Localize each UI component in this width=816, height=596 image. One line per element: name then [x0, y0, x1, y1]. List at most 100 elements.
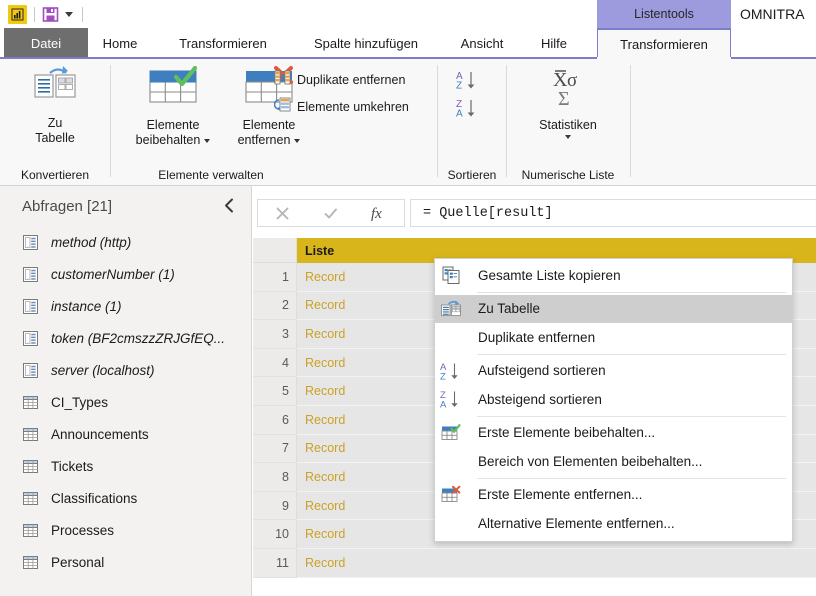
svg-text:A: A	[440, 400, 447, 410]
query-item-instance-1[interactable]: instance (1)	[0, 290, 252, 322]
queries-pane: Abfragen [21] method (http) customerNumb…	[0, 186, 252, 596]
query-item-classifications[interactable]: Classifications	[0, 482, 252, 514]
menu-item-erste-elemente-entfernen[interactable]: Erste Elemente entfernen...	[435, 481, 792, 510]
query-item-label: instance (1)	[51, 298, 122, 314]
elemente-beibehalten-button[interactable]: Elemente beibehalten	[123, 65, 223, 148]
menu-item-absteigend-sortieren[interactable]: Z A Absteigend sortieren	[435, 385, 792, 414]
zu-tabelle-button[interactable]: Zu Tabelle	[20, 65, 90, 146]
query-item-method-http[interactable]: method (http)	[0, 226, 252, 258]
tab-datei[interactable]: Datei	[4, 28, 88, 59]
tab-home[interactable]: Home	[88, 28, 152, 59]
menu-item-gesamte-liste-kopieren[interactable]: Gesamte Liste kopieren	[435, 261, 792, 290]
save-dropdown-chevron-down-icon[interactable]	[65, 11, 73, 17]
menu-separator	[477, 477, 786, 479]
row-number[interactable]: 10	[253, 520, 297, 549]
ribbon-group-sortieren-label: Sortieren	[447, 168, 497, 182]
absteigend-sortieren-button[interactable]: Z A	[455, 97, 479, 119]
menu-separator	[477, 415, 786, 417]
row-value-record-link[interactable]: Record	[297, 548, 816, 578]
row-number[interactable]: 7	[253, 434, 297, 464]
menu-item-label: Alternative Elemente entfernen...	[478, 515, 675, 531]
qat-divider-2	[82, 6, 83, 22]
tab-hilfe[interactable]: Hilfe	[525, 28, 583, 59]
ribbon-group-numerische-liste-label: Numerische Liste	[521, 168, 615, 182]
tab-spalte-hinzufuegen[interactable]: Spalte hinzufügen	[295, 28, 437, 59]
formula-input[interactable]: = Quelle[result]	[410, 199, 816, 227]
query-item-personal[interactable]: Personal	[0, 546, 252, 578]
svg-text:Z: Z	[440, 371, 446, 381]
close-icon[interactable]	[258, 200, 307, 226]
menu-item-aufsteigend-sortieren[interactable]: A Z Aufsteigend sortieren	[435, 357, 792, 386]
table-icon	[22, 458, 39, 475]
copy-icon	[435, 261, 467, 290]
query-item-ci-types[interactable]: CI_Types	[0, 386, 252, 418]
statistiken-chevron-down-icon[interactable]	[565, 135, 571, 139]
chevron-left-icon[interactable]	[220, 196, 238, 214]
ribbon-group-konvertieren: Zu Tabelle Konvertieren	[0, 59, 110, 185]
row-number[interactable]: 4	[253, 348, 297, 378]
elemente-umkehren-button[interactable]: Elemente umkehren	[273, 96, 409, 118]
fx-icon[interactable]: fx	[355, 200, 404, 226]
aufsteigend-sortieren-button[interactable]: A Z	[455, 69, 479, 91]
menu-item-bereich-von-elementen-beibehalten[interactable]: Bereich von Elementen beibehalten...	[435, 447, 792, 476]
grid-corner-cell[interactable]	[253, 238, 297, 263]
menu-item-zu-tabelle[interactable]: Zu Tabelle	[435, 294, 792, 323]
statistiken-button[interactable]: X σ Σ Statistiken	[533, 65, 603, 139]
query-item-label: Processes	[51, 522, 115, 538]
table-row[interactable]: 11 Record	[253, 548, 816, 578]
query-item-label: customerNumber (1)	[51, 266, 175, 282]
row-number[interactable]: 6	[253, 405, 297, 435]
row-number[interactable]: 5	[253, 377, 297, 406]
row-number[interactable]: 8	[253, 463, 297, 492]
query-item-server-localhost[interactable]: server (localhost)	[0, 354, 252, 386]
document-title: OMNITRA	[740, 6, 805, 22]
query-item-label: server (localhost)	[51, 362, 155, 378]
menu-item-label: Absteigend sortieren	[478, 391, 602, 407]
tab-transformieren[interactable]: Transformieren	[158, 28, 288, 59]
row-number[interactable]: 2	[253, 291, 297, 321]
menu-item-erste-elemente-beibehalten[interactable]: Erste Elemente beibehalten...	[435, 419, 792, 448]
save-icon[interactable]	[42, 6, 59, 23]
queries-pane-title: Abfragen [21]	[22, 197, 113, 215]
power-query-editor-window: Listentools OMNITRA Datei Home Transform…	[0, 0, 816, 596]
remove-items-chevron-down-icon[interactable]	[294, 138, 301, 143]
duplikate-entfernen-button[interactable]: Duplikate entfernen	[274, 69, 405, 91]
parameter-icon	[22, 362, 39, 379]
query-item-label: token (BF2cmszzZRJGfEQ...	[51, 330, 226, 346]
query-item-token-bf2cmszzzrjgfeq[interactable]: token (BF2cmszzZRJGfEQ...	[0, 322, 252, 354]
sort-descending-icon: Z A	[455, 97, 479, 119]
sort-descending-icon: Z A	[435, 385, 467, 414]
keep-items-icon	[142, 65, 204, 114]
query-item-announcements[interactable]: Announcements	[0, 418, 252, 450]
menu-item-label: Aufsteigend sortieren	[478, 363, 606, 379]
menu-item-label: Bereich von Elementen beibehalten...	[478, 453, 703, 469]
menu-item-label: Erste Elemente entfernen...	[478, 487, 643, 503]
table-icon	[22, 554, 39, 571]
menu-item-alternative-elemente-entfernen[interactable]: Alternative Elemente entfernen...	[435, 509, 792, 538]
query-item-label: Tickets	[51, 458, 94, 474]
contextual-tab-group-label: Listentools	[634, 7, 694, 21]
row-number[interactable]: 1	[253, 263, 297, 292]
sort-ascending-icon: A Z	[435, 357, 467, 386]
contextual-tab-group-listentools: Listentools	[597, 0, 731, 28]
row-number[interactable]: 9	[253, 491, 297, 521]
tab-ansicht[interactable]: Ansicht	[443, 28, 521, 59]
query-item-customernumber-1[interactable]: customerNumber (1)	[0, 258, 252, 290]
table-icon	[22, 394, 39, 411]
query-item-label: Classifications	[51, 490, 138, 506]
elemente-umkehren-label: Elemente umkehren	[297, 100, 409, 114]
query-item-processes[interactable]: Processes	[0, 514, 252, 546]
query-item-tickets[interactable]: Tickets	[0, 450, 252, 482]
check-icon[interactable]	[307, 200, 356, 226]
to-table-icon	[30, 65, 80, 112]
row-number[interactable]: 3	[253, 320, 297, 349]
menu-item-duplikate-entfernen[interactable]: Duplikate entfernen	[435, 323, 792, 352]
menu-separator	[477, 353, 786, 355]
statistiken-label: Statistiken	[539, 118, 597, 132]
menu-item-icon-placeholder	[435, 323, 467, 352]
ribbon-group-elemente-verwalten-label: Elemente verwalten	[158, 168, 264, 182]
tab-listentools-transformieren[interactable]: Transformieren	[597, 28, 731, 59]
keep-items-chevron-down-icon[interactable]	[204, 138, 211, 143]
row-number[interactable]: 11	[253, 548, 297, 578]
menu-separator	[477, 291, 786, 293]
